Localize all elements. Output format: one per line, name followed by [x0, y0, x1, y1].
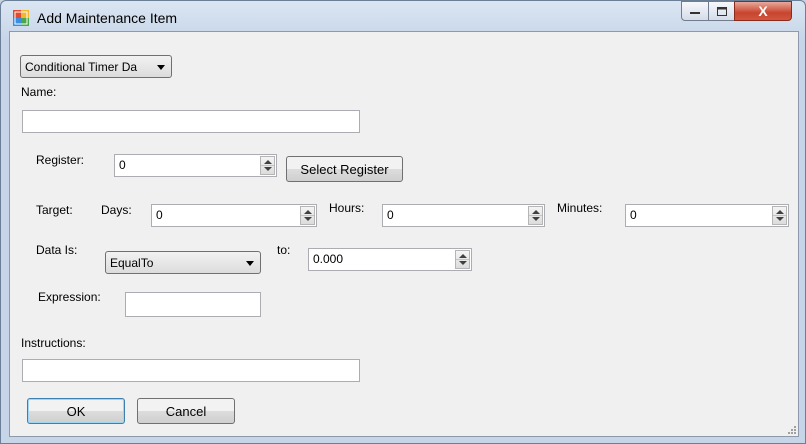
days-label: Days:	[101, 203, 132, 217]
hours-value: 0	[387, 208, 394, 222]
dialog-body: Conditional Timer Da Name: Register: 0 S…	[9, 31, 799, 437]
data-is-value: EqualTo	[110, 256, 154, 270]
minutes-spinner[interactable]: 0	[625, 204, 789, 227]
form-window-icon	[13, 10, 29, 26]
expression-input[interactable]	[125, 292, 261, 317]
select-register-button[interactable]: Select Register	[286, 156, 403, 182]
maximize-icon	[716, 6, 727, 16]
minimize-button[interactable]	[681, 1, 709, 21]
instructions-label: Instructions:	[21, 336, 86, 350]
close-button[interactable]: X	[734, 1, 792, 21]
data-is-select[interactable]: EqualTo	[105, 251, 261, 274]
to-value: 0.000	[313, 252, 344, 266]
cancel-button[interactable]: Cancel	[137, 398, 235, 424]
type-select-value: Conditional Timer Da	[25, 60, 138, 74]
register-value: 0	[119, 158, 126, 172]
spinner-arrows-icon[interactable]	[260, 156, 275, 175]
spinner-arrows-icon[interactable]	[300, 206, 315, 225]
close-icon: X	[758, 3, 768, 19]
register-label: Register:	[36, 153, 85, 167]
type-select[interactable]: Conditional Timer Da	[20, 55, 172, 78]
hours-spinner[interactable]: 0	[382, 204, 545, 227]
maximize-button[interactable]	[708, 1, 735, 21]
minimize-icon	[690, 12, 700, 14]
expression-label: Expression:	[38, 290, 101, 304]
target-label: Target:	[36, 203, 73, 217]
register-spinner[interactable]: 0	[114, 154, 277, 177]
chevron-down-icon	[157, 65, 165, 70]
name-input[interactable]	[22, 110, 360, 133]
name-label: Name:	[21, 85, 57, 99]
days-value: 0	[156, 208, 163, 222]
to-value-spinner[interactable]: 0.000	[308, 248, 472, 271]
to-label: to:	[277, 243, 291, 257]
chevron-down-icon	[246, 261, 254, 266]
instructions-input[interactable]	[22, 359, 360, 382]
title-bar[interactable]: Add Maintenance Item X	[1, 1, 805, 31]
minutes-value: 0	[630, 208, 637, 222]
days-spinner[interactable]: 0	[151, 204, 317, 227]
hours-label: Hours:	[329, 201, 365, 215]
ok-button[interactable]: OK	[27, 398, 125, 424]
data-is-label: Data Is:	[36, 243, 78, 257]
spinner-arrows-icon[interactable]	[528, 206, 543, 225]
spinner-arrows-icon[interactable]	[772, 206, 787, 225]
window-title: Add Maintenance Item	[37, 10, 178, 26]
minutes-label: Minutes:	[557, 201, 603, 215]
resize-grip-icon[interactable]	[786, 424, 796, 434]
spinner-arrows-icon[interactable]	[455, 250, 470, 269]
dialog-window: Add Maintenance Item X Conditional Timer…	[0, 0, 806, 444]
